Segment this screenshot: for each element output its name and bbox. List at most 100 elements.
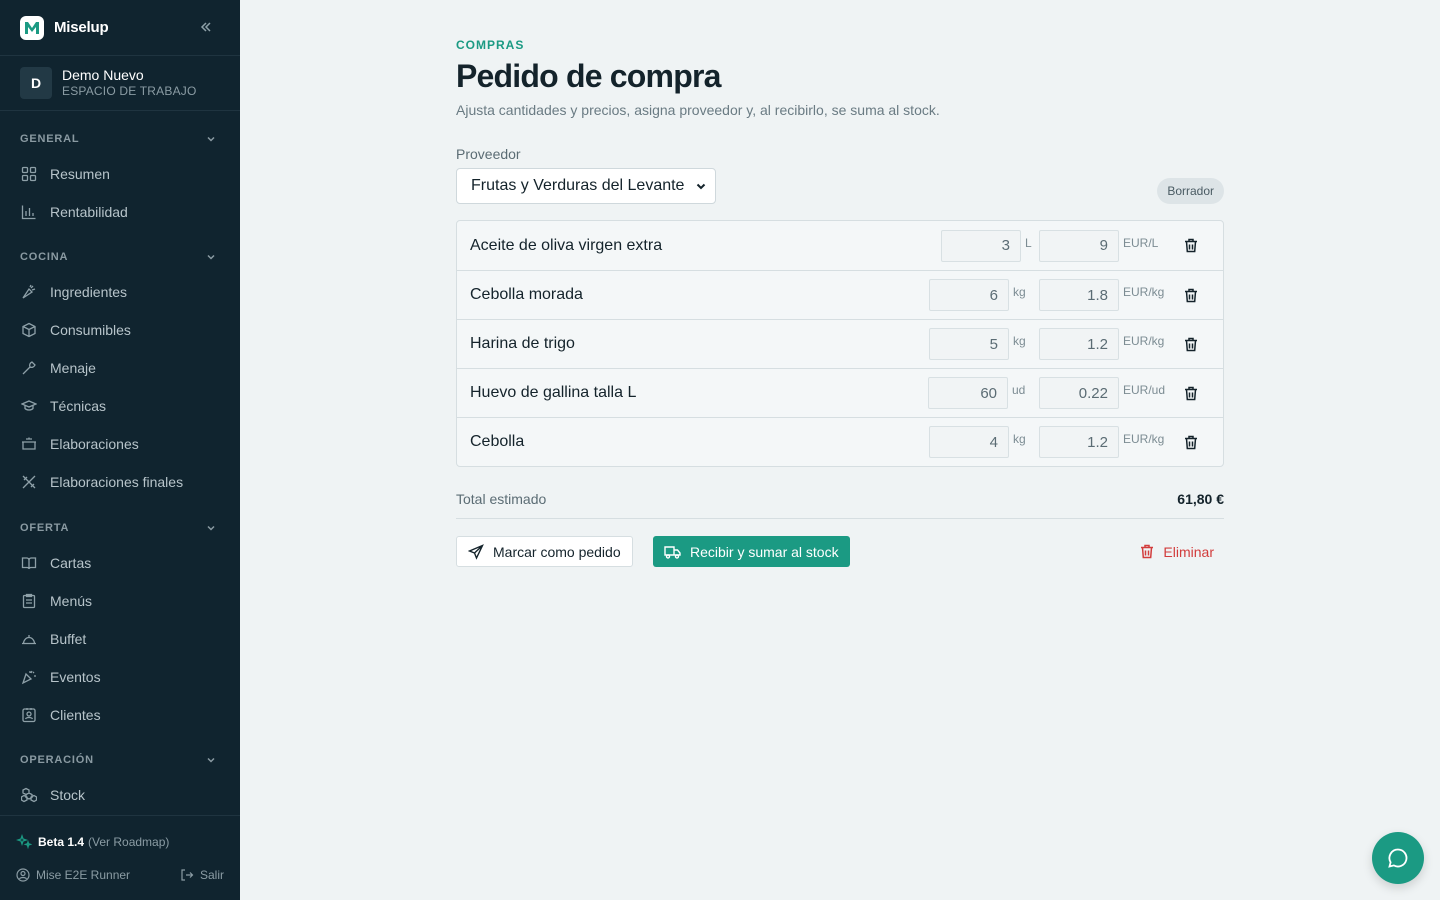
user-circle-icon	[16, 868, 30, 882]
delete-order-button[interactable]: Eliminar	[1140, 536, 1214, 567]
section-toggle-cocina[interactable]: COCINA	[0, 249, 240, 265]
sidebar-item-resumen[interactable]: Resumen	[0, 155, 240, 193]
price-unit: EUR/L	[1123, 235, 1159, 250]
line-product-name: Huevo de gallina talla L	[470, 384, 637, 401]
sidebar-item-menus[interactable]: Menús	[0, 582, 240, 620]
chevron-down-icon	[696, 183, 706, 190]
sidebar-item-ingredientes[interactable]: Ingredientes	[0, 273, 240, 311]
sidebar-item-clientes[interactable]: Clientes	[0, 696, 240, 734]
logout-button[interactable]: Salir	[180, 868, 224, 882]
section-toggle-oferta[interactable]: OFERTA	[0, 520, 240, 536]
chat-button[interactable]	[1372, 832, 1424, 884]
table-row: Harina de trigo 5 kg 1.2 EUR/kg	[457, 319, 1223, 368]
nav-section-general: GENERAL Resumen Rentabilidad	[0, 131, 240, 231]
send-icon	[468, 543, 484, 560]
collapse-sidebar-icon[interactable]	[198, 19, 214, 35]
cutlery-icon	[20, 473, 38, 491]
line-product-name: Aceite de oliva virgen extra	[470, 236, 663, 254]
supplier-selected-value: Frutas y Verduras del Levante	[471, 177, 685, 194]
total-row: Total estimado 61,80 €	[456, 480, 1224, 519]
trash-icon[interactable]	[1183, 238, 1199, 254]
quantity-unit: L	[1025, 235, 1032, 250]
quantity-input[interactable]: 3	[941, 229, 1021, 262]
quantity-unit: kg	[1013, 334, 1026, 348]
line-product-name: Cebolla morada	[470, 286, 583, 303]
quantity-unit: ud	[1012, 383, 1026, 397]
trash-icon[interactable]	[1183, 434, 1199, 450]
section-toggle-general[interactable]: GENERAL	[0, 131, 240, 147]
trash-icon[interactable]	[1183, 336, 1199, 352]
sidebar: Miselup D Demo Nuevo ESPACIO DE TRABAJO …	[0, 0, 240, 900]
table-row: Cebolla morada 6 kg 1.8 EUR/kg	[457, 270, 1223, 319]
price-unit: EUR/ud	[1123, 383, 1166, 397]
supplier-label: Proveedor	[456, 146, 521, 162]
order-lines-table: Aceite de oliva virgen extra 3 L 9 EUR/L…	[456, 220, 1224, 467]
status-badge: Borrador	[1157, 178, 1224, 204]
price-input[interactable]: 9	[1039, 229, 1119, 262]
line-product-name: Harina de trigo	[470, 335, 575, 352]
sidebar-item-elaboraciones-finales[interactable]: Elaboraciones finales	[0, 463, 240, 501]
box-icon	[20, 321, 38, 339]
trash-icon[interactable]	[1183, 287, 1199, 303]
brand-name: Miselup	[54, 19, 109, 36]
price-input[interactable]: 1.2	[1039, 328, 1119, 360]
logout-label: Salir	[199, 868, 224, 882]
page-description: Ajusta cantidades y precios, asigna prov…	[456, 102, 940, 118]
trash-icon[interactable]	[1183, 385, 1199, 401]
version-link[interactable]: Beta 1.4 (Ver Roadmap)	[16, 834, 169, 850]
quantity-input[interactable]: 5	[929, 328, 1009, 360]
price-input[interactable]: 1.2	[1039, 426, 1119, 458]
line-product-name: Cebolla	[470, 433, 525, 450]
workspace-subtitle: ESPACIO DE TRABAJO	[62, 84, 197, 98]
quantity-input[interactable]: 4	[929, 426, 1009, 458]
quantity-input[interactable]: 6	[929, 279, 1009, 311]
chevron-down-icon	[207, 136, 215, 142]
mark-ordered-button[interactable]: Marcar como pedido	[456, 536, 633, 567]
sidebar-item-eventos[interactable]: Eventos	[0, 658, 240, 696]
price-input[interactable]: 1.8	[1039, 279, 1119, 311]
cloche-icon	[20, 630, 38, 648]
price-input[interactable]: 0.22	[1039, 377, 1119, 409]
sidebar-item-menaje[interactable]: Menaje	[0, 349, 240, 387]
book-open-icon	[20, 554, 38, 572]
sidebar-item-consumibles[interactable]: Consumibles	[0, 311, 240, 349]
chevron-down-icon	[207, 525, 215, 531]
price-unit: EUR/kg	[1123, 432, 1165, 446]
nav-section-cocina: COCINA Ingredientes Consumibles Menaje T…	[0, 249, 240, 501]
section-toggle-operacion[interactable]: OPERACIÓN	[0, 752, 240, 768]
sidebar-item-buffet[interactable]: Buffet	[0, 620, 240, 658]
clipboard-icon	[20, 592, 38, 610]
receive-stock-button[interactable]: Recibir y sumar al stock	[653, 536, 850, 567]
workspace-switcher[interactable]: D Demo Nuevo ESPACIO DE TRABAJO	[0, 56, 240, 111]
utensil-icon	[20, 359, 38, 377]
chevron-down-icon	[207, 757, 215, 763]
user-row: Mise E2E Runner Salir	[16, 868, 224, 882]
sidebar-item-tecnicas[interactable]: Técnicas	[0, 387, 240, 425]
grid-icon	[20, 165, 38, 183]
sidebar-item-rentabilidad[interactable]: Rentabilidad	[0, 193, 240, 231]
sidebar-item-elaboraciones[interactable]: Elaboraciones	[0, 425, 240, 463]
graduation-cap-icon	[20, 397, 38, 415]
sidebar-item-cartas[interactable]: Cartas	[0, 544, 240, 582]
user-profile[interactable]: Mise E2E Runner	[16, 868, 130, 882]
quantity-input[interactable]: 60	[928, 377, 1008, 409]
total-value: 61,80 €	[1177, 491, 1224, 507]
supplier-select[interactable]: Frutas y Verduras del Levante	[456, 168, 716, 204]
price-unit: EUR/kg	[1123, 334, 1165, 348]
trash-icon	[1141, 544, 1154, 559]
carrot-icon	[20, 283, 38, 301]
party-icon	[20, 668, 38, 686]
chevron-down-icon	[207, 254, 215, 260]
contact-icon	[20, 706, 38, 724]
action-bar: Marcar como pedido Recibir y sumar al st…	[456, 536, 1224, 567]
page-title: Pedido de compra	[456, 58, 721, 94]
nav-section-oferta: OFERTA Cartas Menús Buffet Eventos Clien…	[0, 520, 240, 734]
sidebar-footer: Beta 1.4 (Ver Roadmap) Mise E2E Runner S…	[0, 815, 240, 900]
table-row: Cebolla 4 kg 1.2 EUR/kg	[457, 417, 1223, 466]
miselup-logo-icon[interactable]	[20, 15, 44, 40]
user-name: Mise E2E Runner	[36, 868, 131, 882]
roadmap-link[interactable]: (Ver Roadmap)	[88, 835, 169, 849]
sidebar-item-stock[interactable]: Stock	[0, 776, 240, 814]
truck-icon	[664, 545, 681, 559]
boxes-icon	[20, 786, 38, 804]
